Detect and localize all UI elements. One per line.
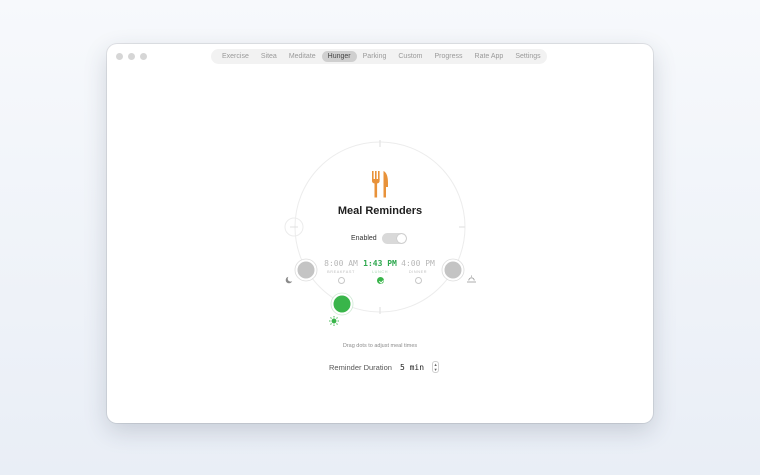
app-window: Exercise Sitea Meditate Hunger Parking C… [107,44,653,423]
dial-ring [294,141,466,313]
page-title: Meal Reminders [337,205,423,217]
enabled-toggle[interactable] [381,233,407,244]
sun-icon [329,316,339,326]
sunset-icon [467,275,476,283]
drag-hint: Drag dots to adjust meal times [342,343,418,349]
dinner-handle[interactable] [442,259,464,281]
meal-dinner[interactable]: 4:00 PM DINNER [393,259,443,284]
duration-stepper[interactable]: ▲ ▼ [432,361,440,373]
reminder-duration-row: Reminder Duration 5 min ▲ ▼ [329,361,440,373]
reminder-duration-value: 5 min [399,362,425,372]
toggle-knob [396,234,406,243]
meal-name: DINNER [408,270,428,274]
chevron-down-icon[interactable]: ▼ [434,367,438,372]
enabled-row: Enabled [351,233,407,244]
chevron-up-icon[interactable]: ▲ [434,362,438,367]
meal-radio-dinner[interactable] [414,277,422,284]
meal-check-lunch[interactable] [376,277,384,284]
moon-icon [285,275,294,284]
meal-radio-breakfast[interactable] [337,277,345,284]
reminder-duration-label: Reminder Duration [329,362,392,372]
enabled-label: Enabled [351,235,377,242]
meal-time: 4:00 PM [401,259,435,268]
lunch-handle[interactable] [331,293,353,315]
utensils-icon [372,171,388,198]
breakfast-handle[interactable] [295,259,317,281]
